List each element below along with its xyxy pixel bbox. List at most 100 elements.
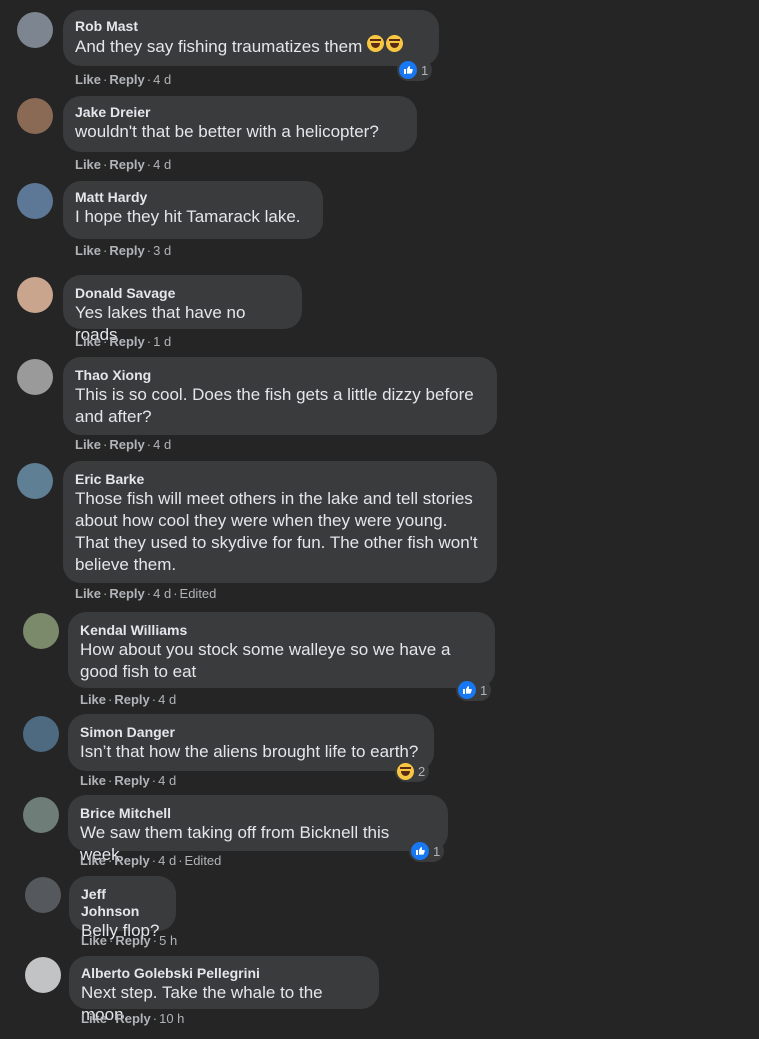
timestamp[interactable]: 1 d [153,334,171,349]
comment-bubble: Eric Barke Those fish will meet others i… [63,461,497,583]
like-link[interactable]: Like [81,933,107,948]
timestamp[interactable]: 3 d [153,243,171,258]
comment-text: This is so cool. Does the fish gets a li… [75,385,474,426]
comment-actions: Like · Reply · 4 d [75,72,172,87]
commenter-name[interactable]: Simon Danger [80,724,422,741]
comment-text: I hope they hit Tamarack lake. [75,207,301,226]
comment-bubble: Kendal Williams How about you stock some… [68,612,495,688]
like-link[interactable]: Like [75,72,101,87]
avatar[interactable] [23,613,59,649]
like-link[interactable]: Like [75,243,101,258]
comment-bubble: Thao Xiong This is so cool. Does the fis… [63,357,497,435]
reaction-count[interactable]: 1 [456,679,492,701]
comment-bubble: Rob Mast And they say fishing traumatize… [63,10,439,66]
comment-text: Those fish will meet others in the lake … [75,489,478,574]
reply-link[interactable]: Reply [109,157,144,172]
avatar[interactable] [17,463,53,499]
reaction-number: 1 [421,62,429,78]
comment-actions: Like · Reply · 10 h [81,1011,185,1026]
timestamp[interactable]: 4 d [153,72,171,87]
reaction-count[interactable]: 1 [397,59,433,81]
reaction-count[interactable]: 2 [395,760,430,782]
like-link[interactable]: Like [80,692,106,707]
thumbs-up-icon [411,842,429,860]
like-link[interactable]: Like [80,853,106,868]
comment-bubble: Alberto Golebski Pellegrini Next step. T… [69,956,379,1024]
timestamp[interactable]: 10 h [159,1011,184,1026]
edited-label[interactable]: Edited [185,853,222,868]
reply-link[interactable]: Reply [114,692,149,707]
haha-emoji-icon [366,35,384,52]
reply-link[interactable]: Reply [114,853,149,868]
comment-bubble: Brice Mitchell We saw them taking off fr… [68,795,448,864]
reaction-number: 1 [433,843,441,859]
comment-actions: Like · Reply · 4 d · Edited [75,586,217,601]
reaction-count[interactable]: 1 [409,840,445,862]
reply-link[interactable]: Reply [115,1011,150,1026]
avatar[interactable] [17,12,53,48]
like-link[interactable]: Like [81,1011,107,1026]
commenter-name[interactable]: Donald Savage [75,285,290,302]
comment-actions: Like · Reply · 4 d [80,692,177,707]
avatar[interactable] [17,359,53,395]
comment-text: How about you stock some walleye so we h… [80,640,451,681]
comment-bubble: Jeff Johnson Belly flop? [69,876,176,940]
avatar[interactable] [25,877,61,913]
edited-label[interactable]: Edited [180,586,217,601]
comment-actions: Like · Reply · 1 d [75,334,172,349]
thumbs-up-icon [458,681,476,699]
timestamp[interactable]: 4 d [153,157,171,172]
comment-text: And they say fishing traumatizes them [75,35,427,58]
haha-emoji-icon [397,762,414,780]
comment-bubble: Jake Dreier wouldn't that be better with… [63,96,417,152]
commenter-name[interactable]: Thao Xiong [75,367,485,384]
avatar[interactable] [25,957,61,993]
reaction-number: 1 [480,682,488,698]
thumbs-up-icon [399,61,417,79]
commenter-name[interactable]: Brice Mitchell [80,805,436,822]
avatar[interactable] [17,277,53,313]
like-link[interactable]: Like [75,334,101,349]
timestamp[interactable]: 4 d [158,773,176,788]
avatar[interactable] [17,183,53,219]
comment-actions: Like · Reply · 4 d [75,157,172,172]
comment-bubble: Donald Savage Yes lakes that have no roa… [63,275,302,344]
avatar[interactable] [23,797,59,833]
commenter-name[interactable]: Jeff Johnson [81,886,164,920]
comment-actions: Like · Reply · 4 d · Edited [80,853,222,868]
reply-link[interactable]: Reply [109,243,144,258]
timestamp[interactable]: 5 h [159,933,177,948]
commenter-name[interactable]: Matt Hardy [75,189,311,206]
comment-bubble: Simon Danger Isn’t that how the aliens b… [68,714,434,771]
reply-link[interactable]: Reply [115,933,150,948]
timestamp[interactable]: 4 d [153,586,171,601]
comment-text-content: And they say fishing traumatizes them [75,37,363,56]
comment-actions: Like · Reply · 5 h [81,933,178,948]
comment-actions: Like · Reply · 4 d [80,773,177,788]
reply-link[interactable]: Reply [109,334,144,349]
timestamp[interactable]: 4 d [153,437,171,452]
reply-link[interactable]: Reply [109,72,144,87]
timestamp[interactable]: 4 d [158,853,176,868]
comment-actions: Like · Reply · 3 d [75,243,172,258]
commenter-name[interactable]: Kendal Williams [80,622,483,639]
commenter-name[interactable]: Eric Barke [75,471,485,488]
comment-text: wouldn't that be better with a helicopte… [75,122,379,141]
comment-actions: Like · Reply · 4 d [75,437,172,452]
avatar[interactable] [17,98,53,134]
like-link[interactable]: Like [75,157,101,172]
avatar[interactable] [23,716,59,752]
reaction-number: 2 [418,763,426,779]
like-link[interactable]: Like [75,586,101,601]
timestamp[interactable]: 4 d [158,692,176,707]
comment-text: Isn’t that how the aliens brought life t… [80,742,419,761]
reply-link[interactable]: Reply [109,437,144,452]
reply-link[interactable]: Reply [114,773,149,788]
reply-link[interactable]: Reply [109,586,144,601]
commenter-name[interactable]: Alberto Golebski Pellegrini [81,965,367,982]
commenter-name[interactable]: Rob Mast [75,18,427,35]
commenter-name[interactable]: Jake Dreier [75,104,405,121]
comment-bubble: Matt Hardy I hope they hit Tamarack lake… [63,181,323,239]
like-link[interactable]: Like [80,773,106,788]
like-link[interactable]: Like [75,437,101,452]
